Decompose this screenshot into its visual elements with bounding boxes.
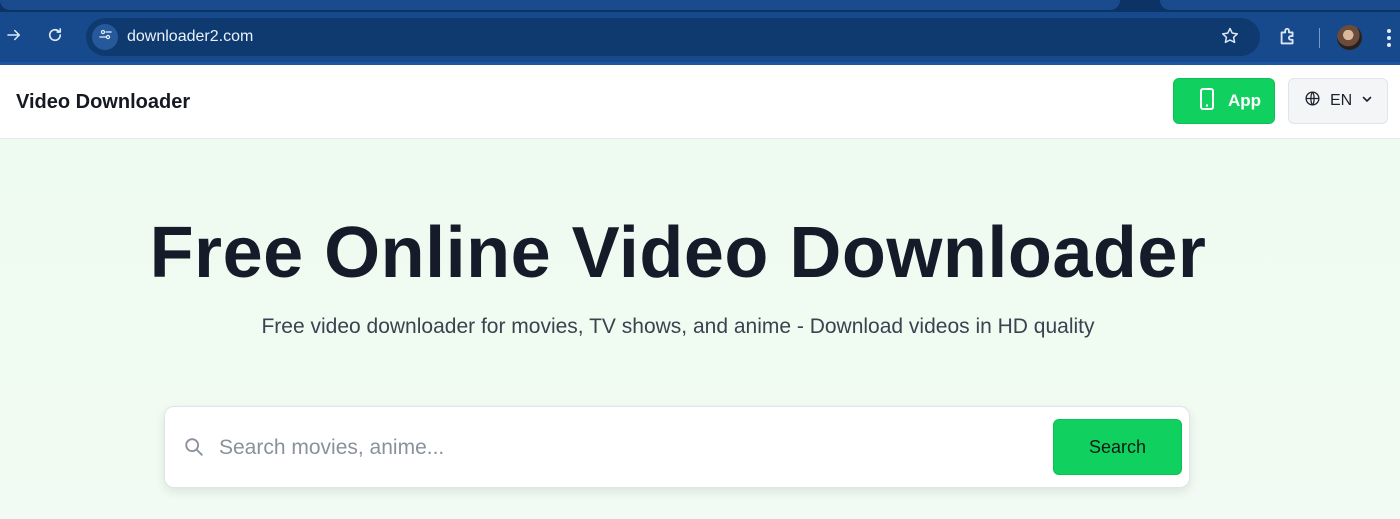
puzzle-icon bbox=[1277, 27, 1299, 52]
star-icon bbox=[1220, 27, 1240, 50]
kebab-menu-icon bbox=[1384, 29, 1394, 54]
site-logo[interactable]: Video Downloader bbox=[16, 91, 190, 114]
search-input[interactable] bbox=[219, 429, 1039, 467]
browser-chrome: downloader2.com bbox=[0, 0, 1400, 65]
hero-title: Free Online Video Downloader bbox=[149, 213, 1207, 293]
site-info-button[interactable] bbox=[92, 24, 118, 50]
phone-icon bbox=[1196, 87, 1218, 116]
language-selector[interactable]: EN bbox=[1288, 78, 1388, 124]
hero-section: Free Online Video Downloader Free video … bbox=[0, 140, 1400, 519]
tab-strip bbox=[0, 0, 1400, 12]
forward-button[interactable] bbox=[2, 25, 26, 49]
tune-icon bbox=[98, 27, 113, 47]
reload-button[interactable] bbox=[43, 25, 67, 49]
search-button[interactable]: Search bbox=[1053, 419, 1182, 475]
search-box: Search bbox=[164, 406, 1190, 488]
url-text[interactable]: downloader2.com bbox=[127, 28, 253, 46]
browser-tab[interactable] bbox=[1160, 0, 1400, 10]
bookmark-button[interactable] bbox=[1220, 26, 1242, 48]
toolbar-separator bbox=[1319, 28, 1320, 48]
app-button[interactable]: App bbox=[1173, 78, 1275, 124]
address-bar[interactable]: downloader2.com bbox=[86, 18, 1260, 56]
search-icon bbox=[183, 436, 205, 458]
arrow-right-icon bbox=[5, 26, 23, 49]
browser-menu-button[interactable] bbox=[1384, 26, 1394, 50]
app-button-label: App bbox=[1228, 91, 1262, 110]
language-label: EN bbox=[1330, 92, 1353, 109]
site-header: Video Downloader App EN bbox=[0, 65, 1400, 139]
extensions-button[interactable] bbox=[1277, 26, 1301, 50]
browser-tab[interactable] bbox=[0, 0, 1120, 10]
hero-subtitle: Free video downloader for movies, TV sho… bbox=[261, 315, 1095, 338]
reload-icon bbox=[46, 26, 64, 49]
profile-avatar[interactable] bbox=[1337, 25, 1362, 50]
globe-icon bbox=[1304, 90, 1321, 112]
chevron-down-icon bbox=[1361, 92, 1373, 110]
